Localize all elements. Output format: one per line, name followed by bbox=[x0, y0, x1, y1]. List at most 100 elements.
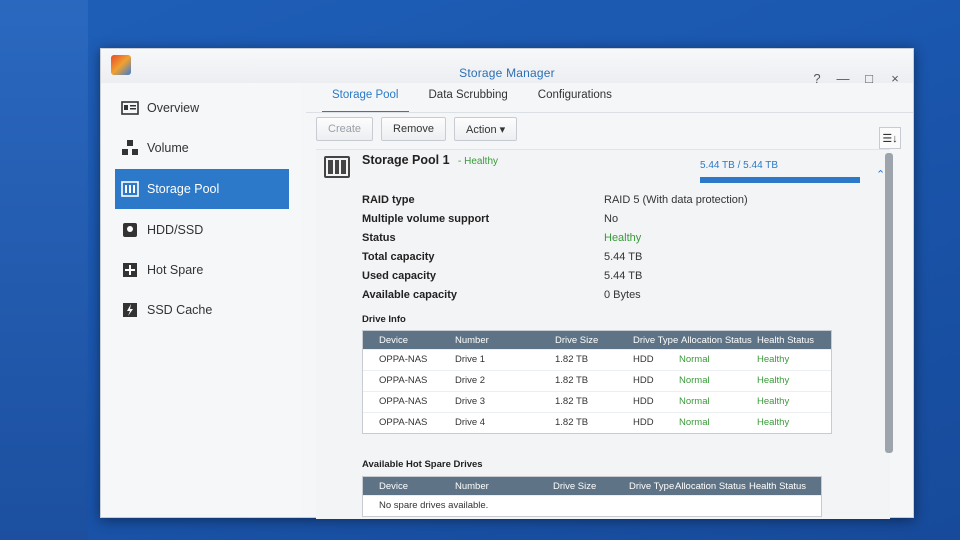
storage-pool-icon bbox=[324, 156, 350, 178]
detail-value: 0 Bytes bbox=[604, 289, 641, 301]
scrollbar[interactable] bbox=[885, 153, 893, 453]
sidebar-item-label: Hot Spare bbox=[147, 263, 204, 277]
sort-icon[interactable]: ☰↓ bbox=[879, 127, 901, 149]
column-header[interactable]: Device bbox=[379, 335, 408, 346]
cell-health: Healthy bbox=[757, 396, 790, 407]
detail-value: 5.44 TB bbox=[604, 251, 643, 263]
column-header[interactable]: Health Status bbox=[749, 481, 806, 492]
toolbar: Create Remove Action ▾ bbox=[316, 117, 525, 141]
remove-button[interactable]: Remove bbox=[381, 117, 446, 141]
tab-configurations[interactable]: Configurations bbox=[528, 85, 622, 113]
detail-value: Healthy bbox=[604, 232, 642, 244]
table-header: Device Number Drive Size Drive Type Allo… bbox=[363, 331, 831, 349]
sidebar-item-label: SSD Cache bbox=[147, 303, 213, 317]
detail-key: Used capacity bbox=[362, 270, 436, 282]
cell-type: HDD bbox=[633, 375, 654, 386]
cell-size: 1.82 TB bbox=[555, 417, 589, 428]
main-content: Storage Pool Data Scrubbing Configuratio… bbox=[306, 83, 913, 519]
cell-allocation: Normal bbox=[679, 396, 710, 407]
column-header[interactable]: Drive Type bbox=[633, 335, 678, 346]
title-bar[interactable]: Storage Manager ? — □ × bbox=[101, 49, 913, 86]
table-row[interactable]: OPPA-NAS Drive 1 1.82 TB HDD Normal Heal… bbox=[363, 349, 831, 370]
detail-key: Multiple volume support bbox=[362, 213, 490, 225]
capacity-text: 5.44 TB / 5.44 TB bbox=[700, 160, 779, 171]
pool-name: Storage Pool 1 bbox=[362, 153, 450, 167]
sidebar-item-storage-pool[interactable]: Storage Pool bbox=[115, 169, 289, 209]
cell-number: Drive 3 bbox=[455, 396, 486, 407]
column-header[interactable]: Health Status bbox=[757, 335, 814, 346]
column-header[interactable]: Drive Size bbox=[555, 335, 598, 346]
table-row: No spare drives available. bbox=[363, 495, 821, 516]
table-row[interactable]: OPPA-NAS Drive 4 1.82 TB HDD Normal Heal… bbox=[363, 412, 831, 433]
cell-device: OPPA-NAS bbox=[379, 354, 428, 365]
overview-icon bbox=[121, 99, 139, 117]
detail-value: 5.44 TB bbox=[604, 270, 643, 282]
hot-spare-heading: Available Hot Spare Drives bbox=[362, 459, 483, 470]
column-header[interactable]: Drive Type bbox=[629, 481, 674, 492]
cell-type: HDD bbox=[633, 354, 654, 365]
column-header[interactable]: Number bbox=[455, 481, 489, 492]
sidebar-item-hot-spare[interactable]: Hot Spare bbox=[115, 251, 289, 289]
desktop-background bbox=[0, 0, 88, 540]
cell-type: HDD bbox=[633, 417, 654, 428]
cell-device: OPPA-NAS bbox=[379, 417, 428, 428]
hot-spare-icon bbox=[121, 261, 139, 279]
sidebar-item-label: Volume bbox=[147, 141, 189, 155]
drive-info-table: Device Number Drive Size Drive Type Allo… bbox=[362, 330, 832, 434]
cell-device: OPPA-NAS bbox=[379, 396, 428, 407]
cell-size: 1.82 TB bbox=[555, 354, 589, 365]
cell-allocation: Normal bbox=[679, 375, 710, 386]
cell-allocation: Normal bbox=[679, 354, 710, 365]
sidebar-item-hdd-ssd[interactable]: HDD/SSD bbox=[115, 211, 289, 249]
capacity-bar bbox=[700, 177, 860, 183]
ssd-cache-icon bbox=[121, 301, 139, 319]
cell-size: 1.82 TB bbox=[555, 375, 589, 386]
cell-size: 1.82 TB bbox=[555, 396, 589, 407]
tab-data-scrubbing[interactable]: Data Scrubbing bbox=[419, 85, 518, 113]
tab-divider bbox=[306, 112, 913, 113]
sidebar-item-label: Storage Pool bbox=[147, 182, 220, 196]
hdd-icon bbox=[121, 221, 139, 239]
sidebar-item-ssd-cache[interactable]: SSD Cache bbox=[115, 291, 289, 329]
detail-value: RAID 5 (With data protection) bbox=[604, 194, 748, 206]
tab-storage-pool[interactable]: Storage Pool bbox=[322, 85, 409, 113]
cell-number: Drive 2 bbox=[455, 375, 486, 386]
cell-number: Drive 4 bbox=[455, 417, 486, 428]
column-header[interactable]: Allocation Status bbox=[675, 481, 746, 492]
storage-manager-window: Storage Manager ? — □ × Overview Volume … bbox=[100, 48, 914, 519]
table-row[interactable]: OPPA-NAS Drive 2 1.82 TB HDD Normal Heal… bbox=[363, 370, 831, 391]
sidebar-item-volume[interactable]: Volume bbox=[115, 129, 289, 167]
create-button[interactable]: Create bbox=[316, 117, 374, 141]
cell-allocation: Normal bbox=[679, 417, 710, 428]
cell-number: Drive 1 bbox=[455, 354, 486, 365]
table-header: Device Number Drive Size Drive Type Allo… bbox=[363, 477, 821, 495]
column-header[interactable]: Allocation Status bbox=[681, 335, 752, 346]
sidebar-item-overview[interactable]: Overview bbox=[115, 89, 289, 127]
action-dropdown[interactable]: Action ▾ bbox=[454, 117, 518, 141]
cell-device: OPPA-NAS bbox=[379, 375, 428, 386]
hot-spare-table: Device Number Drive Size Drive Type Allo… bbox=[362, 476, 822, 517]
detail-key: Available capacity bbox=[362, 289, 457, 301]
cell-health: Healthy bbox=[757, 417, 790, 428]
column-header[interactable]: Device bbox=[379, 481, 408, 492]
collapse-chevron-icon[interactable]: ⌃ bbox=[876, 168, 885, 181]
sidebar-item-label: Overview bbox=[147, 101, 200, 115]
storage-pool-icon bbox=[121, 180, 139, 198]
capacity-bar-fill bbox=[700, 177, 860, 183]
cell-health: Healthy bbox=[757, 375, 790, 386]
tab-bar: Storage Pool Data Scrubbing Configuratio… bbox=[322, 85, 632, 113]
cell-type: HDD bbox=[633, 396, 654, 407]
detail-key: Total capacity bbox=[362, 251, 435, 263]
sidebar: Overview Volume Storage Pool HDD/SSD Hot… bbox=[101, 83, 301, 517]
cell-health: Healthy bbox=[757, 354, 790, 365]
detail-key: Status bbox=[362, 232, 396, 244]
table-row[interactable]: OPPA-NAS Drive 3 1.82 TB HDD Normal Heal… bbox=[363, 391, 831, 412]
sidebar-item-label: HDD/SSD bbox=[147, 223, 204, 237]
column-header[interactable]: Drive Size bbox=[553, 481, 596, 492]
drive-info-heading: Drive Info bbox=[362, 314, 406, 325]
detail-key: RAID type bbox=[362, 194, 415, 206]
detail-value: No bbox=[604, 213, 619, 225]
column-header[interactable]: Number bbox=[455, 335, 489, 346]
empty-message: No spare drives available. bbox=[379, 500, 489, 511]
window-title: Storage Manager bbox=[459, 66, 555, 80]
